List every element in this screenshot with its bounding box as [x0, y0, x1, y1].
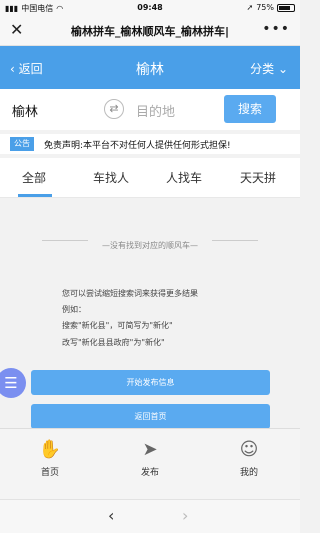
- category-label: 分类: [250, 62, 275, 76]
- status-right: ➚ 75%: [247, 3, 295, 12]
- tab-person-seeks-car[interactable]: 人找车: [166, 169, 202, 186]
- paper-plane-icon: ➤: [142, 439, 158, 460]
- location-icon: ➚: [246, 3, 254, 12]
- notice-tag: 公告: [10, 137, 34, 151]
- tab-car-seeks-person[interactable]: 车找人: [93, 169, 129, 186]
- hint-line-4: 改写"新化县县政府"为"新化": [62, 338, 165, 347]
- nav-mine-label: 我的: [239, 468, 258, 478]
- bottom-nav: ✋ 首页 ➤ 发布 ☺ 我的: [0, 428, 300, 499]
- more-dots-icon[interactable]: •••: [262, 21, 290, 37]
- chevron-down-icon: ⌄: [277, 62, 288, 76]
- tab-daily-carpool[interactable]: 天天拼: [240, 169, 276, 186]
- nav-home[interactable]: ✋ 首页: [25, 437, 75, 478]
- destination-input[interactable]: 目的地: [136, 101, 175, 120]
- user-icon: ☺: [239, 439, 259, 460]
- status-bar: ▮▮▮ 中国电信 ◠ 09:48 ➚ 75%: [0, 0, 300, 16]
- search-button[interactable]: 搜索: [224, 95, 276, 123]
- browser-back-icon[interactable]: ‹: [108, 506, 114, 525]
- hint-line-3: 搜索"新化县"，可简写为"新化": [62, 321, 173, 330]
- tab-active-indicator: [18, 194, 52, 197]
- nav-mine[interactable]: ☺ 我的: [224, 437, 274, 478]
- swap-icon[interactable]: ⇄: [104, 99, 124, 119]
- app-header: ‹ 返回 榆林 分类 ⌄: [0, 46, 300, 89]
- close-icon[interactable]: ✕: [10, 20, 23, 39]
- home-button[interactable]: 返回首页: [31, 404, 270, 429]
- floating-menu-button[interactable]: ☰: [0, 368, 26, 398]
- empty-message: —没有找到对应的顺风车—: [102, 241, 198, 250]
- origin-input[interactable]: 榆林: [12, 101, 38, 120]
- browser-toolbar: ‹ ›: [0, 499, 300, 533]
- nav-publish-label: 发布: [140, 468, 159, 478]
- hint-line-2: 例如：: [62, 305, 86, 314]
- nav-publish[interactable]: ➤ 发布: [125, 437, 175, 478]
- page-title: 榆林拼车_榆林顺风车_榆林拼车|: [70, 25, 230, 38]
- menu-icon: ☰: [4, 374, 18, 392]
- hand-icon: ✋: [38, 439, 62, 460]
- nav-home-label: 首页: [40, 468, 59, 478]
- hint-line-1: 您可以尝试缩短搜索词来获得更多结果: [62, 289, 198, 298]
- search-row: 榆林 ⇄ 目的地 搜索: [0, 89, 300, 130]
- browser-forward-icon[interactable]: ›: [182, 506, 188, 525]
- empty-message-text: 没有找到对应的顺风车: [110, 241, 190, 250]
- category-tabs: 全部 车找人 人找车 天天拼: [0, 158, 300, 198]
- publish-button[interactable]: 开始发布信息: [31, 370, 270, 395]
- battery-icon: [277, 3, 295, 12]
- notice-bar: 公告 免责声明:本平台不对任何人提供任何形式担保!: [0, 134, 300, 154]
- battery-percent: 75%: [256, 3, 274, 12]
- browser-nav-bar: ✕ 榆林拼车_榆林顺风车_榆林拼车| •••: [0, 16, 300, 46]
- tab-all[interactable]: 全部: [22, 169, 46, 186]
- notice-text: 免责声明:本平台不对任何人提供任何形式担保!: [44, 141, 231, 151]
- category-button[interactable]: 分类 ⌄: [250, 60, 288, 77]
